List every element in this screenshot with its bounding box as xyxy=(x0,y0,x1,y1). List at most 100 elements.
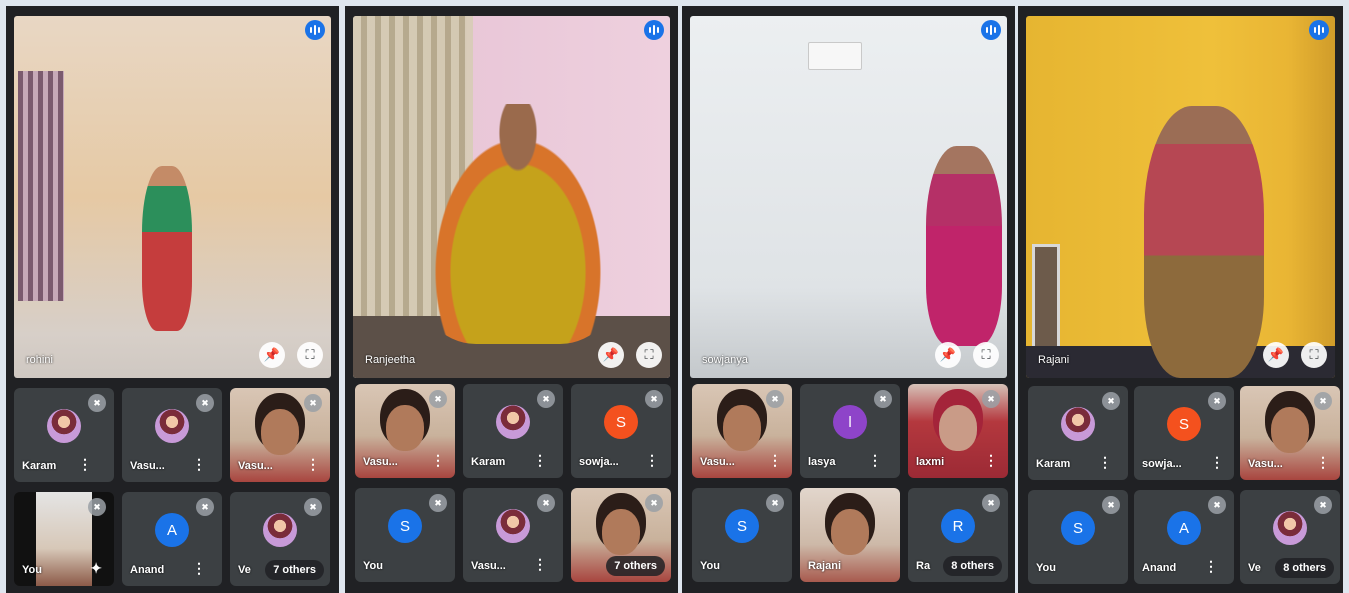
mic-off-icon: ✖ xyxy=(766,390,784,408)
avatar: A xyxy=(155,513,189,547)
participant-tile[interactable]: ✖ Ve 7 others xyxy=(230,492,330,586)
participant-name: Vasu... xyxy=(363,456,398,468)
mic-off-icon: ✖ xyxy=(196,498,214,516)
more-vert-icon[interactable]: ⋮ xyxy=(1098,454,1112,471)
more-vert-icon[interactable]: ⋮ xyxy=(306,456,320,473)
mic-off-icon: ✖ xyxy=(537,494,555,512)
participant-name: Vasu... xyxy=(130,460,165,472)
participant-grid: ✖ Vasu... ⋮ l ✖ lasya ⋮ ✖ laxmi ⋮ S ✖ Yo… xyxy=(688,382,1009,593)
audio-bars-icon xyxy=(1309,20,1329,40)
more-vert-icon[interactable]: ⋮ xyxy=(431,452,445,469)
participant-tile[interactable]: S ✖ sowja... ⋮ xyxy=(571,384,671,478)
participant-name: Rajani xyxy=(808,560,842,572)
participant-tile[interactable]: ✖ Karam ⋮ xyxy=(14,388,114,482)
avatar: R xyxy=(941,509,975,543)
mic-off-icon: ✖ xyxy=(429,494,447,512)
participant-name: You xyxy=(1036,562,1056,574)
main-video-tile[interactable]: rohini 📌 ⛶ xyxy=(14,16,331,378)
mic-off-icon: ✖ xyxy=(645,494,663,512)
pin-icon[interactable]: 📌 xyxy=(935,342,961,368)
participant-tile[interactable]: ✖ Vasu... ⋮ xyxy=(1240,386,1340,480)
participant-tile[interactable]: A ✖ Anand ⋮ xyxy=(1134,490,1234,584)
fullscreen-icon[interactable]: ⛶ xyxy=(973,342,999,368)
more-vert-icon[interactable]: ⋮ xyxy=(1316,454,1330,471)
more-vert-icon[interactable]: ⋮ xyxy=(192,456,206,473)
avatar: S xyxy=(604,405,638,439)
more-vert-icon[interactable]: ⋮ xyxy=(645,452,659,469)
participant-tile[interactable]: S ✖ sowja... ⋮ xyxy=(1134,386,1234,480)
participant-name: Vasu... xyxy=(1248,458,1283,470)
more-vert-icon[interactable]: ⋮ xyxy=(533,556,547,573)
pin-icon[interactable]: 📌 xyxy=(1263,342,1289,368)
avatar xyxy=(155,409,189,443)
participant-tile[interactable]: ✖ laxmi ⋮ xyxy=(908,384,1008,478)
more-vert-icon[interactable]: ⋮ xyxy=(1210,454,1224,471)
participant-tile[interactable]: l ✖ lasya ⋮ xyxy=(800,384,900,478)
participant-name: Ra xyxy=(916,560,931,572)
participant-tile[interactable]: Rajani xyxy=(800,488,900,582)
participant-tile[interactable]: ✖ Vasu... ⋮ xyxy=(122,388,222,482)
participant-name: Ve xyxy=(238,564,251,576)
participant-tile[interactable]: ✖ 7 others xyxy=(571,488,671,582)
participant-video xyxy=(602,509,640,555)
participant-name: You xyxy=(363,560,383,572)
mic-off-icon: ✖ xyxy=(1102,496,1120,514)
others-count[interactable]: 7 others xyxy=(265,560,324,580)
main-speaker-name: rohini xyxy=(26,354,53,366)
mic-off-icon: ✖ xyxy=(196,394,214,412)
pin-icon[interactable]: 📌 xyxy=(259,342,285,368)
participant-name: Vasu... xyxy=(471,560,506,572)
participant-tile[interactable]: ✖ Ve 8 others xyxy=(1240,490,1340,584)
participant-tile[interactable]: R ✖ Ra 8 others xyxy=(908,488,1008,582)
participant-video xyxy=(723,405,761,451)
participant-tile[interactable]: A ✖ Anand ⋮ xyxy=(122,492,222,586)
participant-tile[interactable]: ✖ Vasu... ⋮ xyxy=(355,384,455,478)
more-vert-icon[interactable]: ⋮ xyxy=(78,456,92,473)
participant-tile[interactable]: S ✖ You xyxy=(1028,490,1128,584)
avatar: S xyxy=(1167,407,1201,441)
participant-tile[interactable]: ✖ Vasu... ⋮ xyxy=(692,384,792,478)
avatar: S xyxy=(1061,511,1095,545)
participant-tile[interactable]: ✖ You ✦ xyxy=(14,492,114,586)
participant-name: sowja... xyxy=(1142,458,1182,470)
meet-screen-1: rohini 📌 ⛶ ✖ Karam ⋮ ✖ Vasu... ⋮ ✖ Vasu.… xyxy=(6,6,339,593)
participant-tile[interactable]: ✖ Vasu... ⋮ xyxy=(463,488,563,582)
mic-off-icon: ✖ xyxy=(874,390,892,408)
fullscreen-icon[interactable]: ⛶ xyxy=(1301,342,1327,368)
audio-bars-icon xyxy=(305,20,325,40)
others-count[interactable]: 7 others xyxy=(606,556,665,576)
participant-tile[interactable]: S ✖ You xyxy=(692,488,792,582)
participant-tile[interactable]: ✖ Vasu... ⋮ xyxy=(230,388,330,482)
fullscreen-icon[interactable]: ⛶ xyxy=(636,342,662,368)
more-vert-icon[interactable]: ⋮ xyxy=(868,452,882,469)
main-video-tile[interactable]: Rajani 📌 ⛶ xyxy=(1026,16,1335,378)
participant-tile[interactable]: ✖ Karam ⋮ xyxy=(1028,386,1128,480)
participant-name: Karam xyxy=(1036,458,1071,470)
more-vert-icon[interactable]: ⋮ xyxy=(768,452,782,469)
more-vert-icon[interactable]: ⋮ xyxy=(192,560,206,577)
mic-off-icon: ✖ xyxy=(1314,496,1332,514)
mic-off-icon: ✖ xyxy=(766,494,784,512)
mic-off-icon: ✖ xyxy=(304,498,322,516)
main-speaker-name: Rajani xyxy=(1038,354,1070,366)
effects-icon[interactable]: ✦ xyxy=(90,560,102,577)
main-video-tile[interactable]: Ranjeetha 📌 ⛶ xyxy=(353,16,670,378)
participant-tile[interactable]: S ✖ You xyxy=(355,488,455,582)
others-count[interactable]: 8 others xyxy=(943,556,1002,576)
pin-icon[interactable]: 📌 xyxy=(598,342,624,368)
mic-off-icon: ✖ xyxy=(982,494,1000,512)
participant-grid: ✖ Karam ⋮ ✖ Vasu... ⋮ ✖ Vasu... ⋮ ✖ You … xyxy=(12,382,333,593)
more-vert-icon[interactable]: ⋮ xyxy=(533,452,547,469)
participant-name: Anand xyxy=(130,564,165,576)
more-vert-icon[interactable]: ⋮ xyxy=(984,452,998,469)
participant-video xyxy=(261,409,299,455)
fullscreen-icon[interactable]: ⛶ xyxy=(297,342,323,368)
participant-tile[interactable]: ✖ Karam ⋮ xyxy=(463,384,563,478)
mic-off-icon: ✖ xyxy=(304,394,322,412)
avatar xyxy=(263,513,297,547)
others-count[interactable]: 8 others xyxy=(1275,558,1334,578)
more-vert-icon[interactable]: ⋮ xyxy=(1204,558,1218,575)
main-video-tile[interactable]: sowjanya 📌 ⛶ xyxy=(690,16,1007,378)
participant-name: Vasu... xyxy=(238,460,273,472)
avatar xyxy=(496,509,530,543)
